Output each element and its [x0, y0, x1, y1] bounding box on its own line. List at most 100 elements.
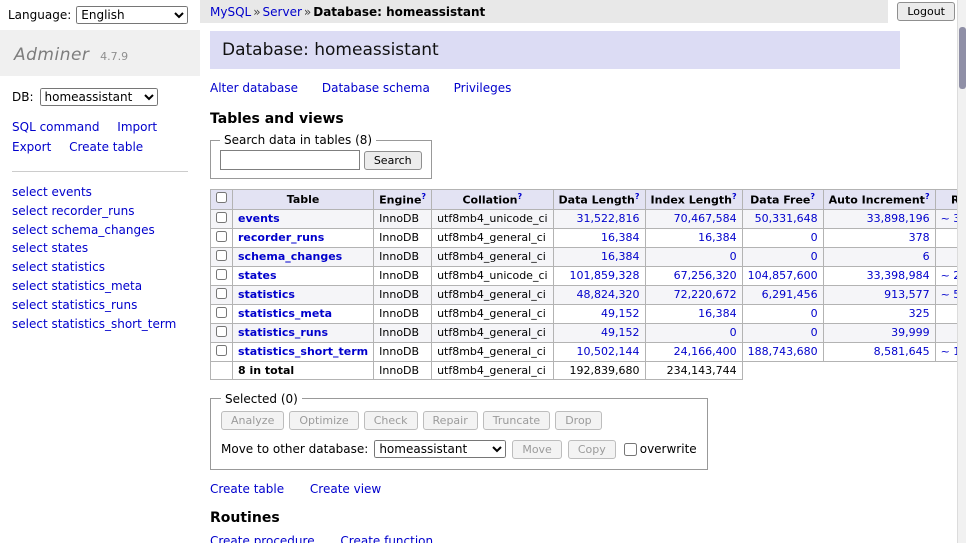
cell-index-length[interactable]: 0 — [645, 323, 742, 342]
select-all-checkbox[interactable] — [216, 192, 227, 203]
row-checkbox-events[interactable] — [216, 212, 227, 223]
sidebar-link-import[interactable]: Import — [117, 120, 157, 134]
table-link-statistics[interactable]: statistics — [238, 288, 295, 301]
table-total-row: 8 in totalInnoDButf8mb4_general_ci192,83… — [211, 361, 966, 379]
help-icon[interactable]: ? — [810, 192, 815, 201]
cell-data-length[interactable]: 49,152 — [553, 304, 645, 323]
row-checkbox-statistics[interactable] — [216, 288, 227, 299]
help-icon[interactable]: ? — [517, 192, 522, 201]
row-checkbox-statistics-meta[interactable] — [216, 307, 227, 318]
cell-auto-increment[interactable]: 33,898,196 — [823, 209, 935, 228]
sidebar-table-select-statistics-meta[interactable]: select statistics_meta — [12, 277, 188, 296]
cell-data-length[interactable]: 49,152 — [553, 323, 645, 342]
breadcrumb-mysql-link[interactable]: MySQL — [210, 5, 251, 19]
cell-index-length[interactable]: 0 — [645, 247, 742, 266]
cell-data-length[interactable]: 101,859,328 — [553, 266, 645, 285]
cell-data-free[interactable]: 0 — [742, 304, 823, 323]
cell-engine: InnoDB — [374, 228, 432, 247]
cell-engine: InnoDB — [374, 209, 432, 228]
check-button: Check — [364, 411, 418, 430]
table-link-schema-changes[interactable]: schema_changes — [238, 250, 342, 263]
sidebar-link-sql-command[interactable]: SQL command — [12, 120, 99, 134]
row-checkbox-recorder-runs[interactable] — [216, 231, 227, 242]
link-create-table[interactable]: Create table — [210, 482, 284, 496]
cell-index-length[interactable]: 72,220,672 — [645, 285, 742, 304]
sidebar-table-select-schema-changes[interactable]: select schema_changes — [12, 221, 188, 240]
cell-auto-increment[interactable]: 8,581,645 — [823, 342, 935, 361]
routine-links: Create procedure Create function — [210, 534, 966, 543]
table-link-statistics-runs[interactable]: statistics_runs — [238, 326, 328, 339]
cell-auto-increment[interactable]: 378 — [823, 228, 935, 247]
language-select[interactable]: English — [76, 6, 188, 24]
row-checkbox-statistics-runs[interactable] — [216, 326, 227, 337]
table-link-statistics-short-term[interactable]: statistics_short_term — [238, 345, 368, 358]
cell-data-free[interactable]: 0 — [742, 323, 823, 342]
cell-auto-increment[interactable]: 6 — [823, 247, 935, 266]
cell-index-length[interactable]: 16,384 — [645, 228, 742, 247]
sidebar-table-select-statistics[interactable]: select statistics — [12, 258, 188, 277]
vertical-scrollbar[interactable] — [957, 0, 966, 543]
cell-data-free[interactable]: 50,331,648 — [742, 209, 823, 228]
logout-button[interactable]: Logout — [897, 2, 955, 21]
page-title: Database: homeassistant — [210, 31, 900, 69]
cell-auto-increment[interactable]: 39,999 — [823, 323, 935, 342]
cell-auto-increment[interactable]: 913,577 — [823, 285, 935, 304]
sidebar-table-select-statistics-short-term[interactable]: select statistics_short_term — [12, 315, 188, 334]
cell-index-length[interactable]: 67,256,320 — [645, 266, 742, 285]
sidebar-table-select-recorder-runs[interactable]: select recorder_runs — [12, 202, 188, 221]
table-link-states[interactable]: states — [238, 269, 277, 282]
breadcrumb-server-link[interactable]: Server — [263, 5, 302, 19]
row-checkbox-states[interactable] — [216, 269, 227, 280]
overwrite-checkbox[interactable] — [624, 443, 637, 456]
sidebar-table-select-events[interactable]: select events — [12, 183, 188, 202]
db-select[interactable]: homeassistant — [40, 88, 158, 106]
link-create-function[interactable]: Create function — [340, 534, 433, 543]
table-link-recorder-runs[interactable]: recorder_runs — [238, 231, 324, 244]
table-link-events[interactable]: events — [238, 212, 280, 225]
search-button[interactable]: Search — [364, 151, 422, 170]
row-checkbox-schema-changes[interactable] — [216, 250, 227, 261]
move-button: Move — [512, 440, 562, 459]
cell-collation: utf8mb4_unicode_ci — [432, 209, 553, 228]
table-link-statistics-meta[interactable]: statistics_meta — [238, 307, 332, 320]
cell-index-length[interactable]: 70,467,584 — [645, 209, 742, 228]
help-icon[interactable]: ? — [925, 192, 930, 201]
cell-data-free[interactable]: 0 — [742, 247, 823, 266]
help-icon[interactable]: ? — [732, 192, 737, 201]
app-version: 4.7.9 — [100, 50, 128, 63]
analyze-button: Analyze — [221, 411, 284, 430]
cell-data-free[interactable]: 104,857,600 — [742, 266, 823, 285]
sidebar-link-create-table[interactable]: Create table — [69, 140, 143, 154]
cell-index-length[interactable]: 16,384 — [645, 304, 742, 323]
db-action-database-schema[interactable]: Database schema — [322, 81, 430, 95]
link-create-procedure[interactable]: Create procedure — [210, 534, 315, 543]
cell-index-length[interactable]: 24,166,400 — [645, 342, 742, 361]
sidebar-link-export[interactable]: Export — [12, 140, 51, 154]
search-input[interactable] — [220, 150, 360, 170]
table-row-statistics-meta: statistics_metaInnoDButf8mb4_general_ci4… — [211, 304, 966, 323]
help-icon[interactable]: ? — [421, 192, 426, 201]
cell-auto-increment[interactable]: 325 — [823, 304, 935, 323]
cell-data-length[interactable]: 16,384 — [553, 247, 645, 266]
scrollbar-thumb[interactable] — [959, 27, 966, 89]
cell-data-length[interactable]: 16,384 — [553, 228, 645, 247]
cell-data-free[interactable]: 0 — [742, 228, 823, 247]
sidebar-table-select-statistics-runs[interactable]: select statistics_runs — [12, 296, 188, 315]
cell-collation: utf8mb4_unicode_ci — [432, 266, 553, 285]
move-database-select[interactable]: homeassistant — [374, 440, 506, 458]
link-create-view[interactable]: Create view — [310, 482, 381, 496]
cell-data-free[interactable]: 6,291,456 — [742, 285, 823, 304]
db-action-alter-database[interactable]: Alter database — [210, 81, 298, 95]
search-fieldset: Search data in tables (8) Search — [210, 133, 432, 179]
cell-data-length[interactable]: 10,502,144 — [553, 342, 645, 361]
database-actions: Alter database Database schema Privilege… — [210, 81, 966, 95]
total-collation: utf8mb4_general_ci — [432, 361, 553, 379]
sidebar-table-select-states[interactable]: select states — [12, 239, 188, 258]
cell-data-length[interactable]: 31,522,816 — [553, 209, 645, 228]
db-action-privileges[interactable]: Privileges — [454, 81, 512, 95]
help-icon[interactable]: ? — [635, 192, 640, 201]
cell-data-length[interactable]: 48,824,320 — [553, 285, 645, 304]
cell-auto-increment[interactable]: 33,398,984 — [823, 266, 935, 285]
cell-data-free[interactable]: 188,743,680 — [742, 342, 823, 361]
row-checkbox-statistics-short-term[interactable] — [216, 345, 227, 356]
